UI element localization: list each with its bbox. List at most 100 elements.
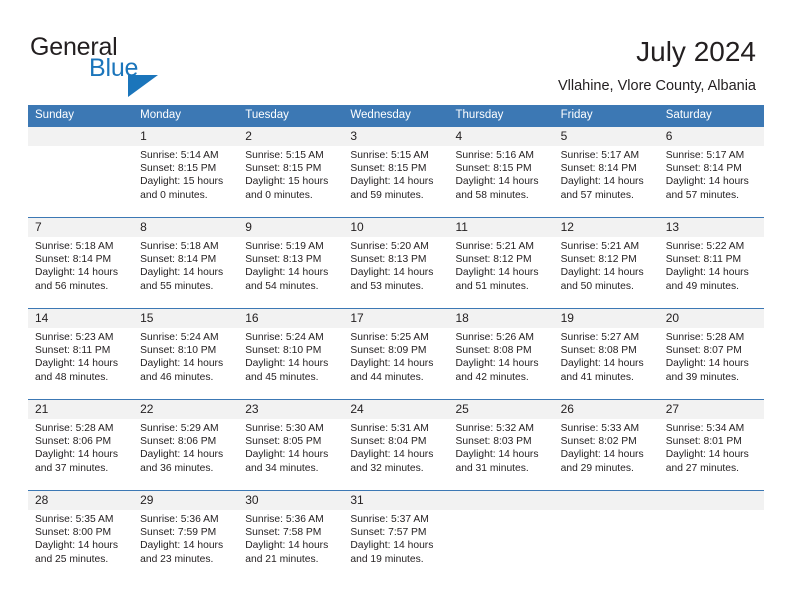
sunrise-text: Sunrise: 5:25 AM xyxy=(350,332,429,343)
sunset-text: Sunset: 8:12 PM xyxy=(560,254,637,266)
day-number[interactable]: 29 xyxy=(133,491,238,510)
daylight-text-line1: Daylight: 14 hours xyxy=(140,449,224,461)
daylight-text-line1: Daylight: 14 hours xyxy=(350,267,434,279)
day-number[interactable]: 7 xyxy=(28,218,133,237)
daylight-text-line2: and 29 minutes. xyxy=(560,462,634,474)
day-number[interactable]: 25 xyxy=(449,400,554,419)
weekday-header-monday: Monday xyxy=(140,109,182,121)
day-cell[interactable]: Sunrise: 5:31 AM Sunset: 8:04 PM Dayligh… xyxy=(343,419,448,490)
sunset-text: Sunset: 7:59 PM xyxy=(140,527,217,539)
day-number[interactable]: 26 xyxy=(554,400,659,419)
day-cell[interactable]: Sunrise: 5:32 AM Sunset: 8:03 PM Dayligh… xyxy=(449,419,554,490)
sunrise-text: Sunrise: 5:22 AM xyxy=(665,241,745,252)
sunrise-text: Sunrise: 5:31 AM xyxy=(350,423,429,434)
day-cell[interactable]: Sunrise: 5:16 AM Sunset: 8:15 PM Dayligh… xyxy=(449,146,554,217)
day-number[interactable]: 24 xyxy=(343,400,448,419)
calendar-week-row: 7 8 9 10 11 12 13 Sunrise: 5:18 AM Sunse… xyxy=(28,217,764,308)
day-number[interactable]: 9 xyxy=(238,218,343,237)
day-cell[interactable]: Sunrise: 5:19 AM Sunset: 8:13 PM Dayligh… xyxy=(238,237,343,308)
day-number[interactable]: 18 xyxy=(449,309,554,328)
day-number[interactable]: 20 xyxy=(659,309,764,328)
sunrise-text: Sunrise: 5:28 AM xyxy=(35,423,114,434)
sunrise-text: Sunrise: 5:20 AM xyxy=(350,241,429,252)
day-cell[interactable]: Sunrise: 5:36 AM Sunset: 7:59 PM Dayligh… xyxy=(133,510,238,581)
daylight-text-line1: Daylight: 14 hours xyxy=(140,267,224,279)
sunset-text: Sunset: 8:15 PM xyxy=(350,163,427,175)
day-number[interactable]: 5 xyxy=(554,127,659,146)
day-cell[interactable]: Sunrise: 5:27 AM Sunset: 8:08 PM Dayligh… xyxy=(554,328,659,399)
sunset-text: Sunset: 8:05 PM xyxy=(245,436,322,448)
sunrise-text: Sunrise: 5:37 AM xyxy=(350,514,429,525)
day-cell[interactable]: Sunrise: 5:20 AM Sunset: 8:13 PM Dayligh… xyxy=(343,237,448,308)
daylight-text-line2: and 39 minutes. xyxy=(665,371,740,383)
page-header: General Blue July 2024 Vllahine, Vlore C… xyxy=(0,0,792,100)
daylight-text-line2: and 0 minutes. xyxy=(245,189,313,201)
day-cell[interactable]: Sunrise: 5:28 AM Sunset: 8:06 PM Dayligh… xyxy=(28,419,133,490)
day-cell[interactable]: Sunrise: 5:24 AM Sunset: 8:10 PM Dayligh… xyxy=(238,328,343,399)
daylight-text-line1: Daylight: 14 hours xyxy=(560,176,644,188)
day-cell[interactable]: Sunrise: 5:22 AM Sunset: 8:11 PM Dayligh… xyxy=(659,237,764,308)
day-number[interactable]: 3 xyxy=(343,127,448,146)
day-number[interactable]: 19 xyxy=(554,309,659,328)
sunset-text: Sunset: 8:00 PM xyxy=(35,527,112,539)
day-cell[interactable]: Sunrise: 5:33 AM Sunset: 8:02 PM Dayligh… xyxy=(554,419,659,490)
day-cell[interactable]: Sunrise: 5:30 AM Sunset: 8:05 PM Dayligh… xyxy=(238,419,343,490)
day-cell[interactable]: Sunrise: 5:21 AM Sunset: 8:12 PM Dayligh… xyxy=(449,237,554,308)
day-number[interactable]: 23 xyxy=(238,400,343,419)
day-number[interactable]: 28 xyxy=(28,491,133,510)
sunset-text: Sunset: 8:08 PM xyxy=(455,345,532,357)
day-cell[interactable]: Sunrise: 5:24 AM Sunset: 8:10 PM Dayligh… xyxy=(133,328,238,399)
daylight-text-line2: and 48 minutes. xyxy=(35,371,109,383)
day-number[interactable]: 31 xyxy=(343,491,448,510)
day-number[interactable]: 14 xyxy=(28,309,133,328)
day-number[interactable]: 12 xyxy=(554,218,659,237)
week-detail-strip: Sunrise: 5:35 AM Sunset: 8:00 PM Dayligh… xyxy=(28,510,764,581)
weekday-header-row: Sunday Monday Tuesday Wednesday Thursday… xyxy=(28,105,764,126)
day-cell[interactable]: Sunrise: 5:14 AM Sunset: 8:15 PM Dayligh… xyxy=(133,146,238,217)
daylight-text-line1: Daylight: 14 hours xyxy=(245,358,329,370)
day-number[interactable]: 17 xyxy=(343,309,448,328)
sunset-text: Sunset: 8:14 PM xyxy=(665,163,742,175)
day-cell[interactable]: Sunrise: 5:34 AM Sunset: 8:01 PM Dayligh… xyxy=(659,419,764,490)
day-number[interactable]: 21 xyxy=(28,400,133,419)
day-cell[interactable]: Sunrise: 5:17 AM Sunset: 8:14 PM Dayligh… xyxy=(659,146,764,217)
day-number[interactable]: 1 xyxy=(133,127,238,146)
day-cell[interactable]: Sunrise: 5:18 AM Sunset: 8:14 PM Dayligh… xyxy=(28,237,133,308)
day-number[interactable]: 8 xyxy=(133,218,238,237)
weekday-header-wednesday: Wednesday xyxy=(350,109,411,121)
sunset-text: Sunset: 8:09 PM xyxy=(350,345,427,357)
daylight-text-line1: Daylight: 14 hours xyxy=(455,176,539,188)
day-number[interactable]: 27 xyxy=(659,400,764,419)
daylight-text-line1: Daylight: 14 hours xyxy=(455,449,539,461)
daylight-text-line1: Daylight: 14 hours xyxy=(665,358,749,370)
calendar-grid: Sunday Monday Tuesday Wednesday Thursday… xyxy=(28,105,764,581)
daylight-text-line2: and 49 minutes. xyxy=(665,280,740,292)
day-cell[interactable]: Sunrise: 5:15 AM Sunset: 8:15 PM Dayligh… xyxy=(238,146,343,217)
sunrise-text: Sunrise: 5:34 AM xyxy=(665,423,745,434)
day-cell[interactable]: Sunrise: 5:36 AM Sunset: 7:58 PM Dayligh… xyxy=(238,510,343,581)
day-cell[interactable]: Sunrise: 5:25 AM Sunset: 8:09 PM Dayligh… xyxy=(343,328,448,399)
day-number[interactable]: 6 xyxy=(659,127,764,146)
sunset-text: Sunset: 8:15 PM xyxy=(245,163,322,175)
day-cell[interactable]: Sunrise: 5:18 AM Sunset: 8:14 PM Dayligh… xyxy=(133,237,238,308)
day-cell[interactable]: Sunrise: 5:17 AM Sunset: 8:14 PM Dayligh… xyxy=(554,146,659,217)
day-cell[interactable]: Sunrise: 5:35 AM Sunset: 8:00 PM Dayligh… xyxy=(28,510,133,581)
day-number[interactable]: 2 xyxy=(238,127,343,146)
day-cell[interactable]: Sunrise: 5:37 AM Sunset: 7:57 PM Dayligh… xyxy=(343,510,448,581)
day-cell[interactable]: Sunrise: 5:15 AM Sunset: 8:15 PM Dayligh… xyxy=(343,146,448,217)
day-cell[interactable]: Sunrise: 5:21 AM Sunset: 8:12 PM Dayligh… xyxy=(554,237,659,308)
day-number[interactable]: 11 xyxy=(449,218,554,237)
day-cell[interactable]: Sunrise: 5:23 AM Sunset: 8:11 PM Dayligh… xyxy=(28,328,133,399)
day-number[interactable]: 13 xyxy=(659,218,764,237)
day-number[interactable]: 16 xyxy=(238,309,343,328)
day-number[interactable]: 4 xyxy=(449,127,554,146)
day-number[interactable]: 15 xyxy=(133,309,238,328)
day-cell[interactable]: Sunrise: 5:26 AM Sunset: 8:08 PM Dayligh… xyxy=(449,328,554,399)
day-cell[interactable]: Sunrise: 5:28 AM Sunset: 8:07 PM Dayligh… xyxy=(659,328,764,399)
sunrise-text: Sunrise: 5:15 AM xyxy=(350,150,429,161)
day-number[interactable]: 30 xyxy=(238,491,343,510)
day-cell[interactable]: Sunrise: 5:29 AM Sunset: 8:06 PM Dayligh… xyxy=(133,419,238,490)
day-number[interactable]: 10 xyxy=(343,218,448,237)
sunrise-text: Sunrise: 5:17 AM xyxy=(665,150,745,161)
day-number[interactable]: 22 xyxy=(133,400,238,419)
